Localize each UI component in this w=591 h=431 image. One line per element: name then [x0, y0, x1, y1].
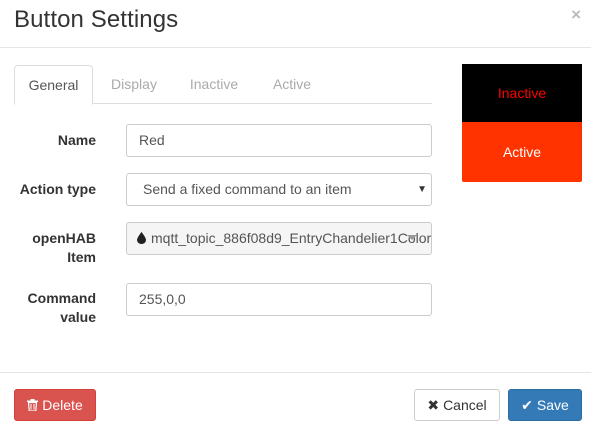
openhab-item-value: mqtt_topic_886f08d9_EntryChandelier1Colo…: [151, 230, 432, 246]
openhab-item-label: openHAB Item: [32, 230, 96, 265]
trash-icon: [27, 399, 39, 412]
chevron-down-icon: ▼: [417, 184, 427, 195]
name-label: Name: [57, 132, 96, 148]
cancel-label: Cancel: [443, 397, 487, 413]
tab-bar: General Display Inactive Active: [14, 65, 432, 105]
name-input[interactable]: Red: [126, 124, 432, 157]
cancel-button[interactable]: ✖ Cancel: [414, 389, 500, 421]
close-icon[interactable]: ×: [571, 6, 581, 24]
modal-footer: Delete ✖ Cancel ✔ Save: [0, 372, 591, 431]
modal-header: Button Settings ×: [0, 0, 591, 48]
close-icon: ✖: [427, 397, 440, 413]
action-type-value: Send a fixed command to an item: [143, 181, 352, 197]
tab-general[interactable]: General: [14, 65, 93, 105]
chevron-down-icon: [407, 235, 417, 240]
tab-inactive[interactable]: Inactive: [174, 65, 254, 104]
tab-active[interactable]: Active: [256, 65, 328, 104]
check-icon: ✔: [521, 397, 533, 413]
page-title: Button Settings: [14, 6, 179, 33]
delete-button[interactable]: Delete: [14, 389, 96, 421]
droplet-icon: [137, 232, 146, 244]
active-preview: Active: [462, 122, 582, 182]
command-value-input[interactable]: 255,0,0: [126, 283, 432, 316]
inactive-preview: Inactive: [462, 64, 582, 122]
command-value-label: Command value: [27, 290, 96, 325]
save-label: Save: [536, 397, 569, 413]
save-button[interactable]: ✔ Save: [508, 389, 582, 421]
openhab-item-select[interactable]: mqtt_topic_886f08d9_EntryChandelier1Colo…: [126, 222, 432, 255]
tab-display[interactable]: Display: [95, 65, 173, 104]
delete-label: Delete: [42, 397, 83, 413]
action-type-select[interactable]: Send a fixed command to an item ▼: [126, 173, 432, 206]
action-type-label: Action type: [19, 181, 96, 197]
